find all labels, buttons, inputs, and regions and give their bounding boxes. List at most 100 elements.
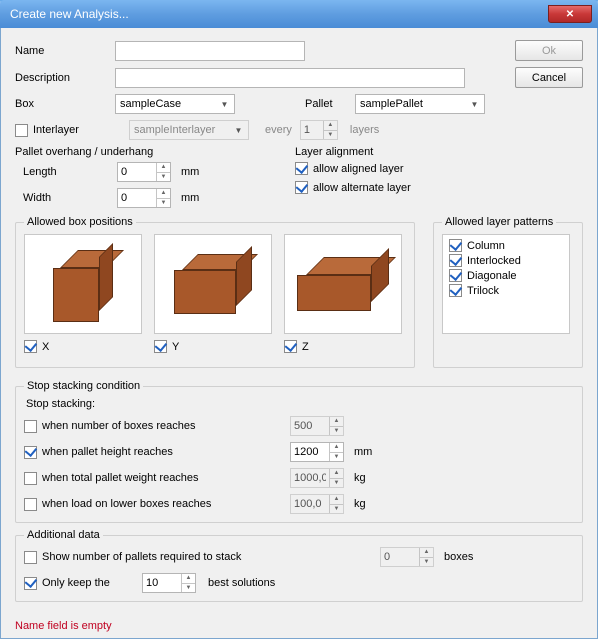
description-input[interactable] [115, 68, 465, 88]
pallet-select-text: samplePallet [360, 98, 423, 110]
name-label: Name [15, 45, 115, 57]
spin-down-icon: ▼ [419, 558, 433, 567]
only-keep-label: Only keep the [42, 577, 142, 589]
interlayer-select: sampleInterlayer ▼ [129, 120, 249, 140]
show-pallets-spin: ▲▼ [380, 547, 434, 567]
stop-numboxes-checkbox[interactable] [24, 420, 37, 433]
interlayer-checkbox[interactable] [15, 124, 28, 137]
allowed-patterns-legend: Allowed layer patterns [442, 216, 556, 228]
pattern-item[interactable]: Trilock [449, 284, 563, 297]
best-solutions-label: best solutions [208, 577, 275, 589]
show-pallets-label: Show number of pallets required to stack [42, 551, 380, 563]
stop-height-checkbox[interactable] [24, 446, 37, 459]
stop-numboxes-spin: ▲▼ [290, 416, 344, 436]
pos-z-label: Z [302, 341, 309, 353]
pattern-label: Diagonale [467, 270, 517, 282]
allow-aligned-checkbox[interactable] [295, 162, 308, 175]
pattern-label: Trilock [467, 285, 499, 297]
pattern-item[interactable]: Diagonale [449, 269, 563, 282]
chevron-down-icon: ▼ [231, 122, 246, 138]
pallet-label: Pallet [305, 98, 355, 110]
allowed-positions-group: Allowed box positions X [15, 216, 415, 368]
only-keep-spin[interactable]: ▲▼ [142, 573, 196, 593]
pattern-item[interactable]: Column [449, 239, 563, 252]
stop-weight-spin: ▲▼ [290, 468, 344, 488]
spin-up-icon[interactable]: ▲ [156, 163, 170, 173]
every-label: every [265, 124, 292, 136]
spin-down-icon[interactable]: ▼ [156, 199, 170, 208]
box-z-preview [284, 234, 402, 334]
box-x-preview [24, 234, 142, 334]
additional-data-group: Additional data Show number of pallets r… [15, 529, 583, 602]
pos-y-checkbox[interactable] [154, 340, 167, 353]
pattern-checkbox[interactable] [449, 284, 462, 297]
box-select[interactable]: sampleCase ▼ [115, 94, 235, 114]
stop-numboxes-label: when number of boxes reaches [42, 420, 290, 432]
length-input[interactable] [118, 163, 156, 181]
spin-up-icon[interactable]: ▲ [156, 189, 170, 199]
only-keep-checkbox[interactable] [24, 577, 37, 590]
pattern-label: Interlocked [467, 255, 521, 267]
pattern-checkbox[interactable] [449, 254, 462, 267]
pos-x-label: X [42, 341, 49, 353]
pattern-label: Column [467, 240, 505, 252]
spin-up-icon: ▲ [323, 121, 337, 131]
width-unit: mm [181, 192, 199, 204]
spin-down-icon[interactable]: ▼ [181, 584, 195, 593]
stop-load-checkbox[interactable] [24, 498, 37, 511]
box-label: Box [15, 98, 115, 110]
pos-z-checkbox[interactable] [284, 340, 297, 353]
additional-data-legend: Additional data [24, 529, 103, 541]
only-keep-input[interactable] [143, 574, 181, 592]
stop-stacking-group: Stop stacking condition Stop stacking: w… [15, 380, 583, 523]
chevron-down-icon: ▼ [467, 96, 482, 112]
window-title: Create new Analysis... [10, 7, 129, 21]
spin-up-icon: ▲ [419, 548, 433, 558]
show-pallets-input [381, 548, 419, 566]
show-pallets-unit: boxes [444, 551, 473, 563]
stop-weight-input [291, 469, 329, 487]
stop-height-input[interactable] [291, 443, 329, 461]
status-message: Name field is empty [15, 620, 112, 632]
length-label: Length [23, 166, 117, 178]
stop-weight-checkbox[interactable] [24, 472, 37, 485]
allow-alternate-label: allow alternate layer [313, 182, 411, 194]
pattern-item[interactable]: Interlocked [449, 254, 563, 267]
cancel-button[interactable]: Cancel [515, 67, 583, 88]
spin-down-icon: ▼ [329, 427, 343, 436]
stop-load-label: when load on lower boxes reaches [42, 498, 290, 510]
patterns-list[interactable]: Column Interlocked Diagonale Trilock [442, 234, 570, 334]
allow-aligned-label: allow aligned layer [313, 163, 404, 175]
spin-up-icon[interactable]: ▲ [329, 443, 343, 453]
layer-align-group-label: Layer alignment [295, 146, 411, 158]
allowed-positions-legend: Allowed box positions [24, 216, 136, 228]
stop-height-spin[interactable]: ▲▼ [290, 442, 344, 462]
spin-up-icon[interactable]: ▲ [181, 574, 195, 584]
box-select-text: sampleCase [120, 98, 181, 110]
close-button[interactable]: ✕ [548, 5, 592, 23]
width-input[interactable] [118, 189, 156, 207]
stop-stacking-legend: Stop stacking condition [24, 380, 143, 392]
spin-down-icon: ▼ [329, 479, 343, 488]
pattern-checkbox[interactable] [449, 239, 462, 252]
pos-x-checkbox[interactable] [24, 340, 37, 353]
stop-weight-label: when total pallet weight reaches [42, 472, 290, 484]
window-body: Name Ok Description Cancel Box sampleCas… [0, 28, 598, 639]
pos-y-label: Y [172, 341, 179, 353]
close-icon: ✕ [566, 9, 574, 20]
width-spin[interactable]: ▲▼ [117, 188, 171, 208]
pattern-checkbox[interactable] [449, 269, 462, 282]
allow-alternate-checkbox[interactable] [295, 181, 308, 194]
overhang-group-label: Pallet overhang / underhang [15, 146, 275, 158]
length-spin[interactable]: ▲▼ [117, 162, 171, 182]
stop-numboxes-input [291, 417, 329, 435]
name-input[interactable] [115, 41, 305, 61]
interlayer-every-spin: ▲▼ [300, 120, 338, 140]
spin-down-icon: ▼ [329, 505, 343, 514]
ok-button[interactable]: Ok [515, 40, 583, 61]
show-pallets-checkbox[interactable] [24, 551, 37, 564]
stop-height-unit: mm [354, 446, 372, 458]
pallet-select[interactable]: samplePallet ▼ [355, 94, 485, 114]
spin-down-icon[interactable]: ▼ [156, 173, 170, 182]
spin-down-icon[interactable]: ▼ [329, 453, 343, 462]
